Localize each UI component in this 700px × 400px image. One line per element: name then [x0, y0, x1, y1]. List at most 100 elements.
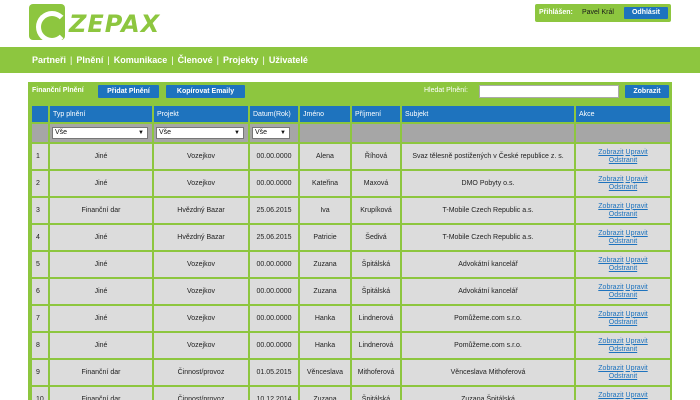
cell-actions: Zobrazit Upravit Odstranit: [576, 306, 670, 331]
copy-emails-button[interactable]: Kopírovat Emaily: [166, 85, 245, 98]
toolbar: Finanční Plnění Přidat Plnění Kopírovat …: [28, 82, 672, 102]
remove-link[interactable]: Odstranit: [609, 211, 637, 218]
cell-first-name: Zuzana: [300, 387, 350, 400]
cell-date: 00.00.0000: [250, 333, 298, 358]
cell-date: 25.06.2015: [250, 225, 298, 250]
row-index: 4: [32, 225, 48, 250]
show-link[interactable]: Zobrazit: [598, 392, 623, 399]
show-link[interactable]: Zobrazit: [598, 365, 623, 372]
show-link[interactable]: Zobrazit: [598, 311, 623, 318]
show-link[interactable]: Zobrazit: [598, 338, 623, 345]
col-header-date[interactable]: Datum(Rok): [250, 106, 298, 122]
cell-subject: Pomůžeme.com s.r.o.: [402, 306, 574, 331]
remove-link[interactable]: Odstranit: [609, 346, 637, 353]
edit-link[interactable]: Upravit: [626, 176, 648, 183]
search-input[interactable]: [479, 85, 619, 98]
edit-link[interactable]: Upravit: [626, 203, 648, 210]
show-link[interactable]: Zobrazit: [598, 230, 623, 237]
header-row: Typ plnění Projekt Datum(Rok) Jméno Příj…: [32, 106, 670, 122]
cell-first-name: Hanka: [300, 306, 350, 331]
type-filter-select[interactable]: Vše ▼: [52, 127, 148, 139]
cell-project: Vozejkov: [154, 171, 248, 196]
remove-link[interactable]: Odstranit: [609, 319, 637, 326]
col-header-actions: Akce: [576, 106, 670, 122]
cell-last-name: Šedivá: [352, 225, 400, 250]
col-header-project[interactable]: Projekt: [154, 106, 248, 122]
cell-actions: Zobrazit Upravit Odstranit: [576, 144, 670, 169]
nav-item[interactable]: Uživatelé: [269, 55, 308, 65]
cell-actions: Zobrazit Upravit Odstranit: [576, 252, 670, 277]
table-row: 8 Jiné Vozejkov 00.00.0000 Hanka Lindnerová Po…: [32, 333, 670, 358]
table-row: 10 Finanční dar Činnost/provoz 10.12.2014 Zu…: [32, 387, 670, 400]
cell-last-name: Špitálská: [352, 387, 400, 400]
cell-subject: Věnceslava Mithoferová: [402, 360, 574, 385]
cell-last-name: Špitálská: [352, 279, 400, 304]
col-header-subject[interactable]: Subjekt: [402, 106, 574, 122]
remove-link[interactable]: Odstranit: [609, 184, 637, 191]
remove-link[interactable]: Odstranit: [609, 238, 637, 245]
remove-link[interactable]: Odstranit: [609, 157, 637, 164]
cell-first-name: Patricie: [300, 225, 350, 250]
nav-item[interactable]: Partneři: [32, 55, 66, 65]
cell-subject: T-Mobile Czech Republic a.s.: [402, 225, 574, 250]
show-link[interactable]: Zobrazit: [598, 284, 623, 291]
edit-link[interactable]: Upravit: [626, 311, 648, 318]
edit-link[interactable]: Upravit: [626, 149, 648, 156]
nav-item[interactable]: Projekty: [223, 55, 259, 65]
row-index: 7: [32, 306, 48, 331]
project-filter-select[interactable]: Vše ▼: [156, 127, 244, 139]
cell-type: Jiné: [50, 171, 152, 196]
cell-type: Finanční dar: [50, 360, 152, 385]
logo[interactable]: ZEPAX: [29, 4, 161, 43]
edit-link[interactable]: Upravit: [626, 230, 648, 237]
cell-type: Jiné: [50, 279, 152, 304]
remove-link[interactable]: Odstranit: [609, 265, 637, 272]
cell-first-name: Iva: [300, 198, 350, 223]
cell-type: Jiné: [50, 225, 152, 250]
edit-link[interactable]: Upravit: [626, 392, 648, 399]
nav-item[interactable]: Členové: [178, 55, 213, 65]
show-link[interactable]: Zobrazit: [598, 176, 623, 183]
table-row: 2 Jiné Vozejkov 00.00.0000 Kateřina Maxová DMO…: [32, 171, 670, 196]
edit-link[interactable]: Upravit: [626, 284, 648, 291]
col-header-type[interactable]: Typ plnění: [50, 106, 152, 122]
cell-date: 01.05.2015: [250, 360, 298, 385]
row-index: 3: [32, 198, 48, 223]
col-header-last-name[interactable]: Příjmení: [352, 106, 400, 122]
cell-date: 00.00.0000: [250, 171, 298, 196]
remove-link[interactable]: Odstranit: [609, 292, 637, 299]
remove-link[interactable]: Odstranit: [609, 373, 637, 380]
cell-project: Vozejkov: [154, 306, 248, 331]
nav-item[interactable]: Plnění: [76, 55, 103, 65]
show-link[interactable]: Zobrazit: [598, 257, 623, 264]
cell-subject: T-Mobile Czech Republic a.s.: [402, 198, 574, 223]
table-row: 4 Jiné Hvězdný Bazar 25.06.2015 Patricie Šedi…: [32, 225, 670, 250]
cell-project: Vozejkov: [154, 144, 248, 169]
chevron-down-icon: ▼: [280, 130, 286, 136]
search-button[interactable]: Zobrazit: [625, 85, 669, 98]
row-index: 10: [32, 387, 48, 400]
cell-first-name: Alena: [300, 144, 350, 169]
row-index: 1: [32, 144, 48, 169]
fulfillment-panel: Finanční Plnění Přidat Plnění Kopírovat …: [28, 82, 672, 400]
show-link[interactable]: Zobrazit: [598, 203, 623, 210]
date-filter-select[interactable]: Vše ▼: [252, 127, 290, 139]
col-header-index: [32, 106, 48, 122]
cell-project: Činnost/provoz: [154, 360, 248, 385]
logo-text: ZEPAX: [69, 10, 161, 38]
logout-button[interactable]: Odhlásit: [624, 7, 668, 19]
row-index: 2: [32, 171, 48, 196]
edit-link[interactable]: Upravit: [626, 365, 648, 372]
cell-actions: Zobrazit Upravit Odstranit: [576, 360, 670, 385]
cell-first-name: Zuzana: [300, 252, 350, 277]
cell-date: 25.06.2015: [250, 198, 298, 223]
cell-last-name: Lindnerová: [352, 306, 400, 331]
col-header-first-name[interactable]: Jméno: [300, 106, 350, 122]
nav-item[interactable]: Komunikace: [114, 55, 168, 65]
user-name: Pavel Král: [582, 9, 614, 16]
edit-link[interactable]: Upravit: [626, 338, 648, 345]
edit-link[interactable]: Upravit: [626, 257, 648, 264]
show-link[interactable]: Zobrazit: [598, 149, 623, 156]
header: ZEPAX Přihlášen: Pavel Král Odhlásit: [0, 0, 700, 46]
add-fulfillment-button[interactable]: Přidat Plnění: [98, 85, 159, 98]
